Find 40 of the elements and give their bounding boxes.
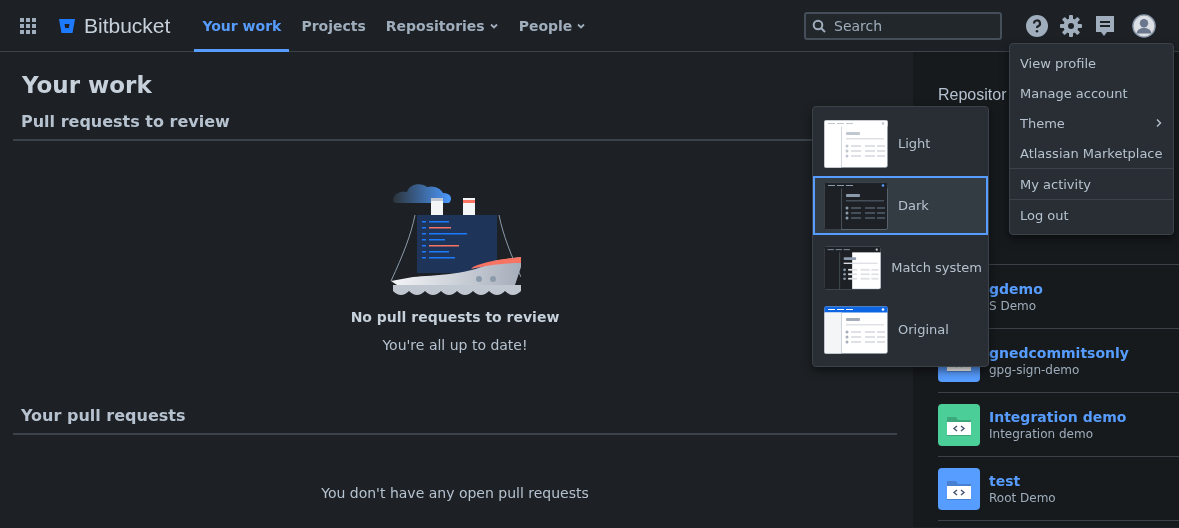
repositories-title: Repositor — [938, 86, 1007, 104]
brand-name[interactable]: Bitbucket — [84, 13, 171, 38]
app-switcher-icon[interactable] — [20, 17, 36, 34]
theme-option[interactable]: Match system — [813, 238, 988, 297]
theme-option[interactable]: Dark — [813, 176, 988, 235]
notes-icon[interactable] — [1095, 14, 1115, 37]
theme-preview-icon — [824, 305, 888, 354]
nav-tab[interactable]: Projects — [293, 0, 374, 52]
repository-name[interactable]: Integration demo — [989, 408, 1127, 425]
chevron-right-icon — [1154, 118, 1163, 128]
nav-tab[interactable]: Repositories — [377, 0, 507, 52]
settings-icon[interactable] — [1060, 14, 1082, 37]
theme-preview-icon — [824, 181, 888, 230]
menu-item[interactable]: Atlassian Marketplace — [1010, 138, 1173, 168]
nav-tab[interactable]: People — [510, 0, 595, 52]
theme-option[interactable]: Original — [813, 300, 988, 359]
repository-name[interactable]: gdemo — [989, 280, 1043, 297]
avatar-icon[interactable] — [1132, 12, 1156, 39]
menu-item[interactable]: View profile — [1010, 48, 1173, 78]
section-title: Your pull requests — [13, 406, 897, 435]
search-field[interactable]: Search — [804, 11, 1002, 40]
repository-name[interactable]: test — [989, 472, 1056, 489]
empty-state-text: You're all up to date! — [382, 337, 528, 353]
theme-preview-icon — [824, 243, 882, 292]
project-name: Root Demo — [989, 490, 1056, 505]
theme-preview-icon — [824, 119, 888, 168]
project-name: S Demo — [989, 298, 1038, 313]
menu-item[interactable]: Log out — [1010, 200, 1173, 230]
bucket-logo-icon[interactable] — [58, 16, 76, 35]
repository-name[interactable]: gnedcommitsonly — [989, 344, 1129, 361]
menu-item[interactable]: My activity — [1010, 169, 1173, 199]
empty-state-text: You don't have any open pull requests — [321, 485, 589, 501]
project-name: Integration demo — [989, 426, 1094, 441]
page-title: Your work — [22, 72, 153, 98]
empty-state-title: No pull requests to review — [350, 309, 560, 325]
help-icon[interactable] — [1026, 14, 1048, 37]
menu-item[interactable]: Manage account — [1010, 78, 1173, 108]
nav-tab[interactable]: Your work — [194, 0, 290, 52]
project-name: gpg-sign-demo — [989, 362, 1081, 377]
menu-item[interactable]: Theme — [1010, 108, 1173, 138]
